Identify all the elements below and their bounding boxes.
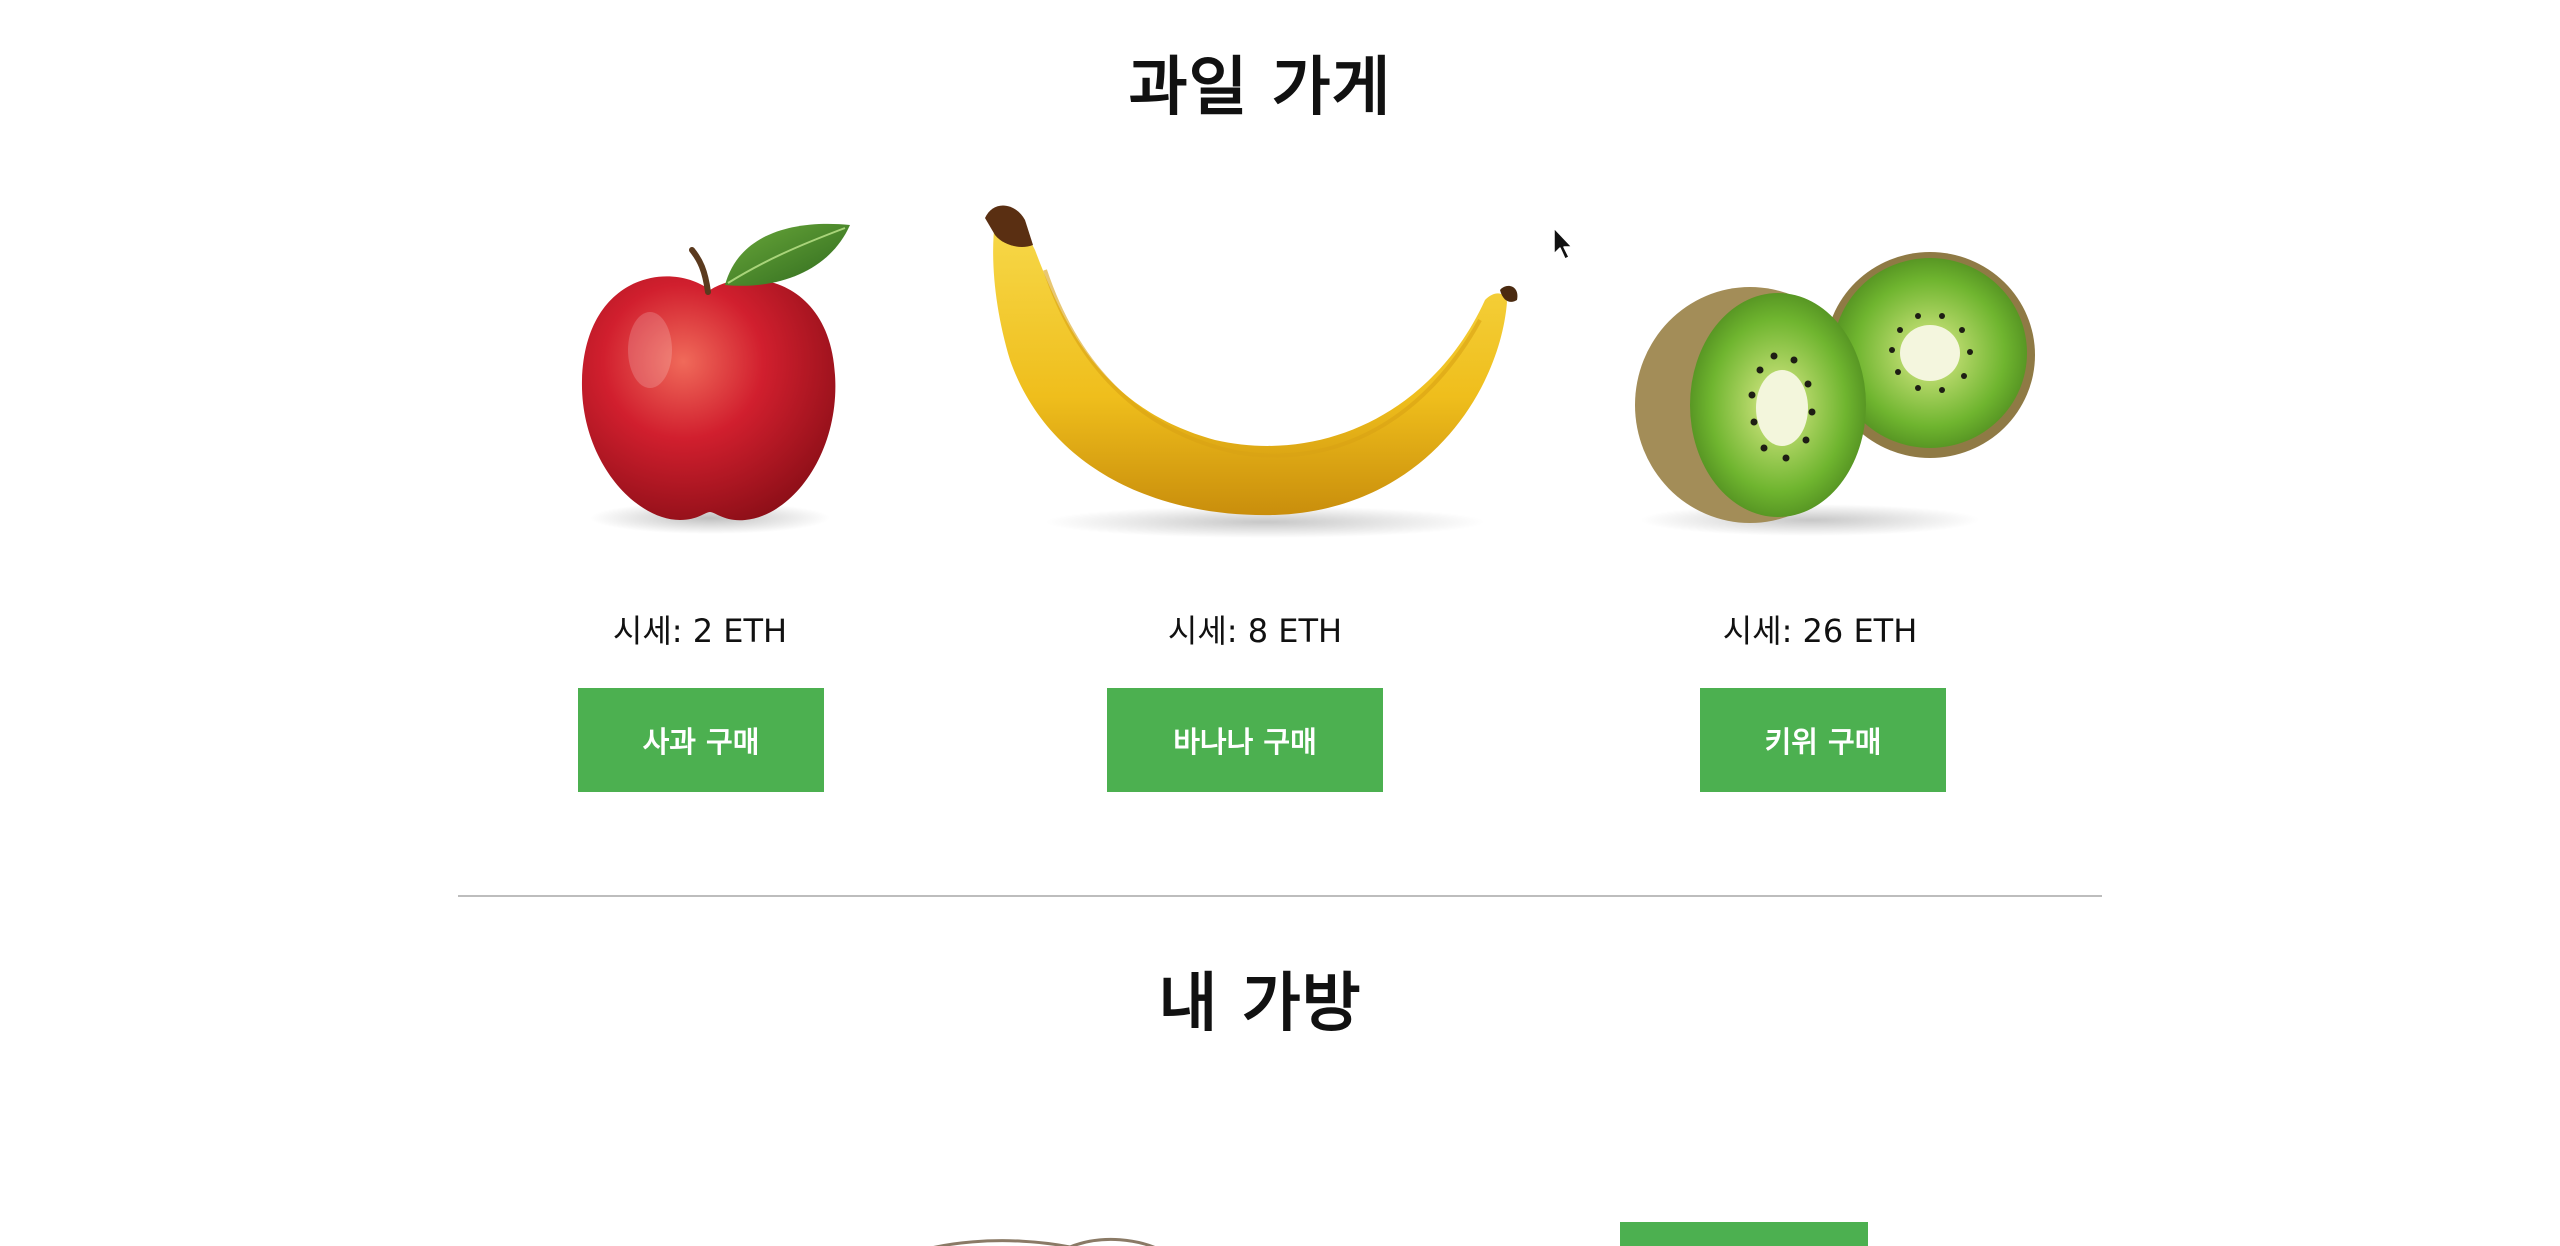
bag-item-image: [870, 1225, 1370, 1246]
page: 과일 가게 시세: 2 ETH 사과 구매 시세: 8 ETH 바나나 구매 시…: [0, 0, 2560, 1246]
product-card-kiwi: 시세: 26 ETH 키위 구매: [1600, 190, 2040, 810]
banana-price: 시세: 8 ETH: [1167, 612, 1343, 650]
section-divider: [458, 895, 2102, 897]
apple-price: 시세: 2 ETH: [612, 612, 788, 650]
product-card-apple: 시세: 2 ETH 사과 구매: [500, 190, 900, 810]
bag-action-button[interactable]: [1620, 1222, 1868, 1246]
buy-banana-button[interactable]: 바나나 구매: [1107, 688, 1383, 792]
store-title: 과일 가게: [1128, 51, 1392, 125]
bag-title: 내 가방: [1158, 967, 1362, 1041]
buy-kiwi-button[interactable]: 키위 구매: [1700, 688, 1946, 792]
product-card-banana: 시세: 8 ETH 바나나 구매: [955, 190, 1555, 810]
apple-image: [500, 190, 900, 580]
kiwi-price: 시세: 26 ETH: [1722, 612, 1918, 650]
buy-apple-button[interactable]: 사과 구매: [578, 688, 824, 792]
mouse-cursor-icon: [1552, 226, 1576, 262]
kiwi-image: [1600, 190, 2040, 580]
banana-image: [955, 190, 1555, 580]
